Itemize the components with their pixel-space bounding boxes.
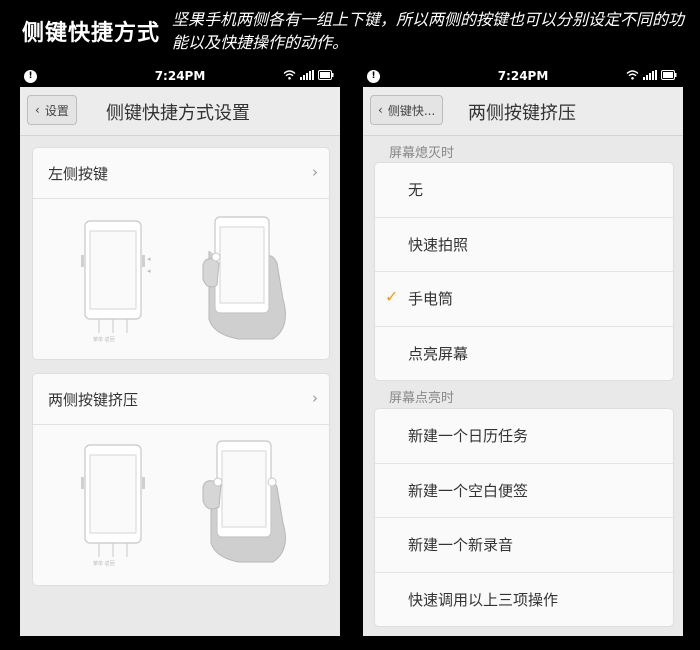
header-title: 侧键快捷方式	[22, 21, 161, 46]
option-label: 新建一个新录音	[408, 536, 514, 554]
title-bar: ‹ 侧键快... 两侧按键挤压	[363, 87, 683, 136]
back-button-label: 侧键快...	[387, 103, 436, 118]
card-header[interactable]: 左侧按键 ›	[33, 148, 329, 199]
left-key-illustration: 菜单 返回 ◂ ◂	[33, 199, 329, 359]
option-label: 快速调用以上三项操作	[408, 590, 559, 609]
chevron-left-icon: ‹	[378, 103, 383, 117]
section-label-screen-on: 屏幕点亮时	[389, 391, 455, 406]
option-flashlight[interactable]: ✓ 手电筒	[375, 272, 673, 327]
status-bar: ! 7:24PM	[20, 66, 340, 87]
svg-text:◂: ◂	[147, 255, 151, 263]
option-new-recording[interactable]: 新建一个新录音	[375, 518, 673, 573]
back-button[interactable]: ‹ 侧键快...	[370, 95, 444, 125]
screen-off-options: 无 快速拍照 ✓ 手电筒 点亮屏幕	[374, 162, 674, 381]
card-header[interactable]: 两侧按键挤压 ›	[33, 374, 329, 425]
card-left-key[interactable]: 左侧按键 › 菜单 返回 ◂ ◂	[32, 147, 330, 360]
option-label: 无	[408, 181, 424, 199]
option-label: 手电筒	[408, 290, 454, 308]
option-new-blank-note[interactable]: 新建一个空白便签	[375, 464, 673, 518]
signal-icon	[300, 70, 314, 80]
chevron-right-icon: ›	[312, 163, 318, 181]
option-label: 点亮屏幕	[408, 344, 469, 363]
back-button-label: 设置	[44, 103, 69, 118]
illus-caption: 菜单 返回	[93, 560, 115, 567]
chevron-left-icon: ‹	[35, 103, 40, 117]
title-bar: ‹ 设置 侧键快捷方式设置	[20, 87, 340, 136]
card-label: 两侧按键挤压	[48, 391, 139, 409]
wifi-icon	[626, 70, 639, 80]
squeeze-illustration: 菜单 返回	[33, 425, 329, 585]
option-label: 新建一个日历任务	[408, 427, 529, 445]
card-label: 左侧按键	[48, 165, 109, 183]
section-label-screen-off: 屏幕熄灭时	[389, 146, 455, 161]
battery-icon	[661, 70, 677, 80]
page-title: 两侧按键挤压	[468, 103, 576, 124]
phone-screen-left: ! 7:24PM ‹ 设置 侧键快捷方式设置 左侧按键 › 菜单 返回 ◂ ◂ …	[20, 66, 340, 636]
option-quick-call-all[interactable]: 快速调用以上三项操作	[375, 573, 673, 627]
header-description: 坚果手机两侧各有一组上下键，所以两侧的按键也可以分别设定不同的功能以及快捷操作的…	[172, 10, 685, 52]
signal-icon	[643, 70, 657, 80]
status-bar: ! 7:24PM	[363, 66, 683, 87]
battery-icon	[318, 70, 334, 80]
page-title: 侧键快捷方式设置	[106, 103, 250, 124]
wifi-icon	[283, 70, 296, 80]
svg-text:◂: ◂	[147, 267, 151, 275]
option-new-calendar-task[interactable]: 新建一个日历任务	[375, 409, 673, 464]
option-none[interactable]: 无	[375, 163, 673, 218]
chevron-right-icon: ›	[312, 389, 318, 407]
phone-screen-right: ! 7:24PM ‹ 侧键快... 两侧按键挤压 屏幕熄灭时 无 快速拍照 ✓ …	[363, 66, 683, 636]
phone-illustration: 菜单 返回	[81, 440, 286, 567]
screen-on-options: 新建一个日历任务 新建一个空白便签 新建一个新录音 快速调用以上三项操作	[374, 408, 674, 627]
card-both-keys-squeeze[interactable]: 两侧按键挤压 › 菜单 返回	[32, 373, 330, 586]
option-label: 快速拍照	[408, 235, 469, 254]
back-button[interactable]: ‹ 设置	[27, 95, 77, 125]
option-quick-photo[interactable]: 快速拍照	[375, 218, 673, 272]
phone-illustration: 菜单 返回 ◂ ◂	[81, 216, 286, 343]
illus-caption: 菜单 返回	[93, 336, 115, 343]
checkmark-icon: ✓	[385, 287, 399, 306]
option-light-screen[interactable]: 点亮屏幕	[375, 327, 673, 381]
option-label: 新建一个空白便签	[408, 481, 529, 500]
